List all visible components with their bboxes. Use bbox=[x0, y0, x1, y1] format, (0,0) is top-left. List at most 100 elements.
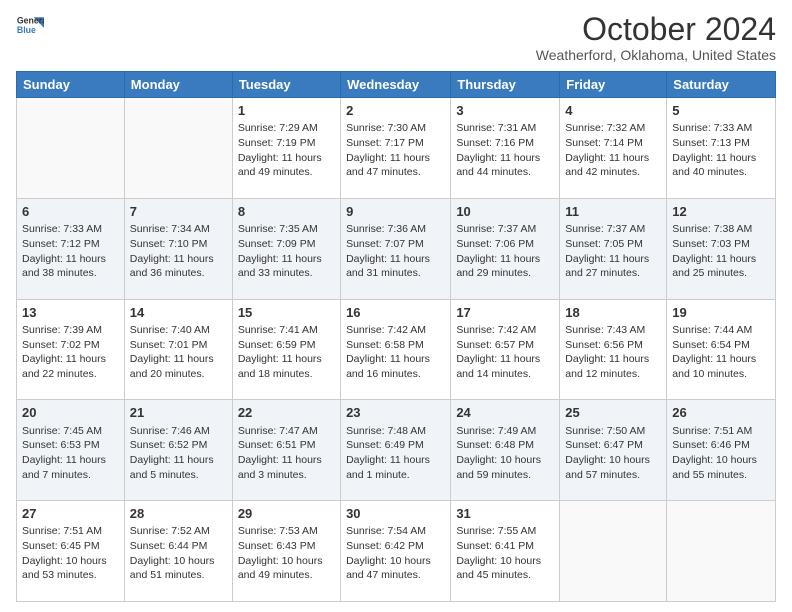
sunrise-text: Sunrise: 7:51 AM bbox=[22, 525, 102, 537]
calendar-cell: 11Sunrise: 7:37 AMSunset: 7:05 PMDayligh… bbox=[560, 198, 667, 299]
day-number: 15 bbox=[238, 304, 335, 322]
sunset-text: Sunset: 6:44 PM bbox=[130, 540, 208, 552]
calendar-cell: 20Sunrise: 7:45 AMSunset: 6:53 PMDayligh… bbox=[17, 400, 125, 501]
day-number: 24 bbox=[456, 404, 554, 422]
sunset-text: Sunset: 7:10 PM bbox=[130, 238, 208, 250]
calendar-cell: 14Sunrise: 7:40 AMSunset: 7:01 PMDayligh… bbox=[124, 299, 232, 400]
day-header-wednesday: Wednesday bbox=[341, 72, 451, 98]
day-header-saturday: Saturday bbox=[667, 72, 776, 98]
sunset-text: Sunset: 6:46 PM bbox=[672, 439, 750, 451]
header: General Blue October 2024 Weatherford, O… bbox=[16, 12, 776, 63]
calendar-cell bbox=[560, 501, 667, 602]
calendar-cell: 28Sunrise: 7:52 AMSunset: 6:44 PMDayligh… bbox=[124, 501, 232, 602]
day-number: 22 bbox=[238, 404, 335, 422]
daylight-text: Daylight: 11 hours and 47 minutes. bbox=[346, 152, 430, 179]
daylight-text: Daylight: 11 hours and 25 minutes. bbox=[672, 253, 756, 280]
sunrise-text: Sunrise: 7:55 AM bbox=[456, 525, 536, 537]
sunrise-text: Sunrise: 7:54 AM bbox=[346, 525, 426, 537]
calendar-week-row: 1Sunrise: 7:29 AMSunset: 7:19 PMDaylight… bbox=[17, 98, 776, 199]
sunset-text: Sunset: 7:13 PM bbox=[672, 137, 750, 149]
calendar-cell: 27Sunrise: 7:51 AMSunset: 6:45 PMDayligh… bbox=[17, 501, 125, 602]
daylight-text: Daylight: 10 hours and 57 minutes. bbox=[565, 454, 650, 481]
sunset-text: Sunset: 7:01 PM bbox=[130, 339, 208, 351]
calendar-cell: 30Sunrise: 7:54 AMSunset: 6:42 PMDayligh… bbox=[341, 501, 451, 602]
sunset-text: Sunset: 7:12 PM bbox=[22, 238, 100, 250]
sunrise-text: Sunrise: 7:40 AM bbox=[130, 324, 210, 336]
calendar-cell: 26Sunrise: 7:51 AMSunset: 6:46 PMDayligh… bbox=[667, 400, 776, 501]
daylight-text: Daylight: 11 hours and 29 minutes. bbox=[456, 253, 540, 280]
day-number: 12 bbox=[672, 203, 770, 221]
sunset-text: Sunset: 6:41 PM bbox=[456, 540, 534, 552]
day-header-friday: Friday bbox=[560, 72, 667, 98]
day-number: 21 bbox=[130, 404, 227, 422]
sunset-text: Sunset: 6:59 PM bbox=[238, 339, 316, 351]
daylight-text: Daylight: 11 hours and 14 minutes. bbox=[456, 353, 540, 380]
calendar-week-row: 6Sunrise: 7:33 AMSunset: 7:12 PMDaylight… bbox=[17, 198, 776, 299]
calendar-table: SundayMondayTuesdayWednesdayThursdayFrid… bbox=[16, 71, 776, 602]
day-header-thursday: Thursday bbox=[451, 72, 560, 98]
sunset-text: Sunset: 7:05 PM bbox=[565, 238, 643, 250]
daylight-text: Daylight: 10 hours and 45 minutes. bbox=[456, 555, 541, 582]
main-title: October 2024 bbox=[536, 12, 776, 47]
calendar-cell: 31 Sunrise: 7:55 AM Sunset: 6:41 PM Dayligh… bbox=[451, 501, 560, 602]
daylight-text: Daylight: 10 hours and 59 minutes. bbox=[456, 454, 541, 481]
calendar-cell: 24Sunrise: 7:49 AMSunset: 6:48 PMDayligh… bbox=[451, 400, 560, 501]
daylight-text: Daylight: 11 hours and 5 minutes. bbox=[130, 454, 214, 481]
sunrise-text: Sunrise: 7:32 AM bbox=[565, 122, 645, 134]
sunset-text: Sunset: 6:57 PM bbox=[456, 339, 534, 351]
day-number: 11 bbox=[565, 203, 661, 221]
calendar-cell: 18Sunrise: 7:43 AMSunset: 6:56 PMDayligh… bbox=[560, 299, 667, 400]
calendar-cell: 8Sunrise: 7:35 AMSunset: 7:09 PMDaylight… bbox=[232, 198, 340, 299]
sunrise-text: Sunrise: 7:45 AM bbox=[22, 425, 102, 437]
sunset-text: Sunset: 7:19 PM bbox=[238, 137, 316, 149]
daylight-text: Daylight: 11 hours and 40 minutes. bbox=[672, 152, 756, 179]
day-number: 27 bbox=[22, 505, 119, 523]
sunset-text: Sunset: 6:48 PM bbox=[456, 439, 534, 451]
sunrise-text: Sunrise: 7:50 AM bbox=[565, 425, 645, 437]
calendar-week-row: 20Sunrise: 7:45 AMSunset: 6:53 PMDayligh… bbox=[17, 400, 776, 501]
calendar-cell: 9Sunrise: 7:36 AMSunset: 7:07 PMDaylight… bbox=[341, 198, 451, 299]
title-block: October 2024 Weatherford, Oklahoma, Unit… bbox=[536, 12, 776, 63]
calendar-cell: 5Sunrise: 7:33 AMSunset: 7:13 PMDaylight… bbox=[667, 98, 776, 199]
day-header-sunday: Sunday bbox=[17, 72, 125, 98]
sunset-text: Sunset: 6:56 PM bbox=[565, 339, 643, 351]
page: General Blue October 2024 Weatherford, O… bbox=[0, 0, 792, 612]
sunset-text: Sunset: 7:14 PM bbox=[565, 137, 643, 149]
daylight-text: Daylight: 11 hours and 27 minutes. bbox=[565, 253, 649, 280]
day-number: 14 bbox=[130, 304, 227, 322]
sunrise-text: Sunrise: 7:34 AM bbox=[130, 223, 210, 235]
sunrise-text: Sunrise: 7:47 AM bbox=[238, 425, 318, 437]
day-number: 8 bbox=[238, 203, 335, 221]
sunset-text: Sunset: 6:58 PM bbox=[346, 339, 424, 351]
logo: General Blue bbox=[16, 12, 44, 40]
daylight-text: Daylight: 11 hours and 3 minutes. bbox=[238, 454, 322, 481]
sunrise-text: Sunrise: 7:31 AM bbox=[456, 122, 536, 134]
sunset-text: Sunset: 6:53 PM bbox=[22, 439, 100, 451]
day-number: 19 bbox=[672, 304, 770, 322]
calendar-cell bbox=[667, 501, 776, 602]
daylight-text: Daylight: 11 hours and 49 minutes. bbox=[238, 152, 322, 179]
sunset-text: Sunset: 7:07 PM bbox=[346, 238, 424, 250]
sunrise-text: Sunrise: 7:29 AM bbox=[238, 122, 318, 134]
day-number: 31 bbox=[456, 505, 554, 523]
day-number: 18 bbox=[565, 304, 661, 322]
sunrise-text: Sunrise: 7:42 AM bbox=[456, 324, 536, 336]
sunrise-text: Sunrise: 7:51 AM bbox=[672, 425, 752, 437]
day-number: 16 bbox=[346, 304, 445, 322]
calendar-cell bbox=[17, 98, 125, 199]
calendar-week-row: 27Sunrise: 7:51 AMSunset: 6:45 PMDayligh… bbox=[17, 501, 776, 602]
daylight-text: Daylight: 11 hours and 31 minutes. bbox=[346, 253, 430, 280]
sunrise-text: Sunrise: 7:42 AM bbox=[346, 324, 426, 336]
calendar-cell: 4Sunrise: 7:32 AMSunset: 7:14 PMDaylight… bbox=[560, 98, 667, 199]
subtitle: Weatherford, Oklahoma, United States bbox=[536, 47, 776, 63]
sunrise-text: Sunrise: 7:53 AM bbox=[238, 525, 318, 537]
day-number: 17 bbox=[456, 304, 554, 322]
daylight-text: Daylight: 10 hours and 53 minutes. bbox=[22, 555, 107, 582]
sunset-text: Sunset: 7:06 PM bbox=[456, 238, 534, 250]
svg-text:General: General bbox=[17, 15, 44, 25]
sunrise-text: Sunrise: 7:39 AM bbox=[22, 324, 102, 336]
sunrise-text: Sunrise: 7:33 AM bbox=[672, 122, 752, 134]
daylight-text: Daylight: 10 hours and 55 minutes. bbox=[672, 454, 757, 481]
calendar-week-row: 13Sunrise: 7:39 AMSunset: 7:02 PMDayligh… bbox=[17, 299, 776, 400]
calendar-cell: 2Sunrise: 7:30 AMSunset: 7:17 PMDaylight… bbox=[341, 98, 451, 199]
